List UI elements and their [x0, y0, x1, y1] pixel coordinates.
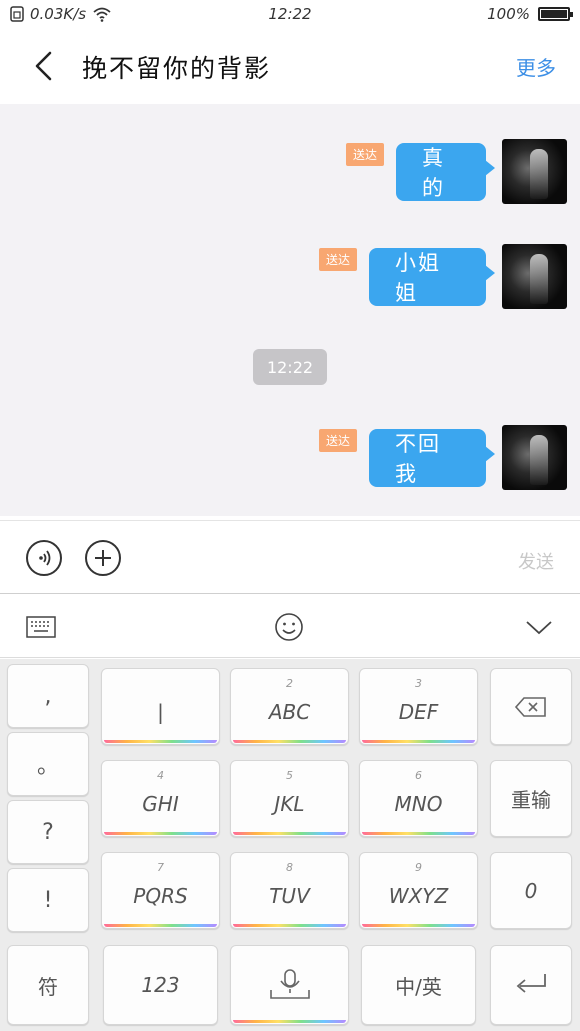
- message-bubble[interactable]: 小姐姐: [369, 247, 495, 306]
- keyboard-icon: [26, 616, 56, 638]
- key-mno[interactable]: 6 MNO: [359, 760, 478, 837]
- key-number: 4: [157, 769, 164, 782]
- chevron-left-icon: [35, 51, 52, 81]
- message-bubble[interactable]: 真的: [396, 142, 495, 201]
- message-row: 送达 不回我: [318, 425, 567, 490]
- chat-timestamp: 12:22: [253, 349, 327, 385]
- key-label: TUV: [269, 883, 310, 908]
- emoji-button[interactable]: [273, 611, 305, 643]
- key-tuv[interactable]: 8 TUV: [230, 852, 349, 929]
- input-row: 发送: [0, 520, 580, 594]
- key-period[interactable]: 。: [7, 732, 89, 796]
- enter-icon: [516, 974, 546, 993]
- smiley-icon: [275, 613, 303, 641]
- voice-button[interactable]: [26, 540, 62, 576]
- key-label: WXYZ: [388, 883, 449, 908]
- key-exclaim[interactable]: !: [7, 868, 89, 932]
- voice-icon: [39, 550, 51, 566]
- battery-percent: 100%: [487, 5, 530, 23]
- key-label: PQRS: [133, 883, 188, 908]
- key-question[interactable]: ?: [7, 800, 89, 864]
- key-number: 5: [286, 769, 293, 782]
- chevron-down-icon: [526, 621, 552, 635]
- delivery-status: 送达: [345, 143, 384, 166]
- key-jkl[interactable]: 5 JKL: [230, 760, 349, 837]
- key-separator[interactable]: |: [101, 668, 220, 745]
- backspace-key[interactable]: [490, 668, 572, 745]
- message-row: 送达 小姐姐: [318, 244, 567, 309]
- key-number: 9: [415, 861, 422, 874]
- key-def[interactable]: 3 DEF: [359, 668, 478, 745]
- key-number: 8: [286, 861, 293, 874]
- add-button[interactable]: [85, 540, 121, 576]
- key-ghi[interactable]: 4 GHI: [101, 760, 220, 837]
- avatar[interactable]: [502, 139, 567, 204]
- status-right: 100%: [487, 5, 573, 23]
- plus-icon: [95, 550, 111, 566]
- key-number: 2: [286, 677, 293, 690]
- key-label: |: [157, 699, 164, 724]
- battery-fill: [541, 10, 567, 18]
- key-label: GHI: [142, 791, 179, 816]
- key-label: ABC: [268, 699, 311, 724]
- key-label: DEF: [398, 699, 439, 724]
- status-bar: 0.03K/s 12:22 100%: [0, 0, 580, 30]
- key-number: 6: [415, 769, 422, 782]
- backspace-icon: [514, 696, 546, 717]
- delivery-status: 送达: [318, 429, 357, 452]
- send-button[interactable]: 发送: [518, 548, 554, 574]
- microphone-icon: [269, 969, 310, 999]
- chat-area[interactable]: 送达 真的 送达 小姐姐 12:22 送达 不回我: [0, 104, 580, 516]
- key-comma[interactable]: ,: [7, 664, 89, 728]
- collapse-keyboard-button[interactable]: [523, 611, 555, 643]
- symbol-key[interactable]: 符: [7, 945, 89, 1025]
- more-button[interactable]: 更多: [516, 52, 556, 81]
- message-bubble[interactable]: 不回我: [369, 428, 495, 487]
- number-key[interactable]: 123: [103, 945, 218, 1025]
- zero-key[interactable]: 0: [490, 852, 572, 929]
- back-button[interactable]: [26, 48, 62, 84]
- enter-key[interactable]: [490, 945, 572, 1025]
- delivery-status: 送达: [318, 248, 357, 271]
- key-pqrs[interactable]: 7 PQRS: [101, 852, 220, 929]
- key-abc[interactable]: 2 ABC: [230, 668, 349, 745]
- key-label: JKL: [274, 791, 305, 816]
- keyboard-switch-button[interactable]: [25, 611, 57, 643]
- key-label: MNO: [394, 791, 443, 816]
- battery-icon: [538, 7, 573, 21]
- key-number: 3: [415, 677, 422, 690]
- page-title: 挽不留你的背影: [82, 54, 272, 83]
- reinput-key[interactable]: 重输: [490, 760, 572, 837]
- avatar[interactable]: [502, 244, 567, 309]
- keyboard: , 。 ? ! | 2 ABC 3 DEF 4 GHI 5 JKL 6 MNO 重输 7 P…: [0, 659, 580, 1031]
- keyboard-toolbar: [0, 595, 580, 658]
- key-number: 7: [157, 861, 164, 874]
- language-switch-key[interactable]: 中/英: [361, 945, 476, 1025]
- key-wxyz[interactable]: 9 WXYZ: [359, 852, 478, 929]
- title-bar: 挽不留你的背影 更多: [0, 30, 580, 104]
- space-key[interactable]: [230, 945, 349, 1025]
- avatar[interactable]: [502, 425, 567, 490]
- message-row: 送达 真的: [345, 139, 567, 204]
